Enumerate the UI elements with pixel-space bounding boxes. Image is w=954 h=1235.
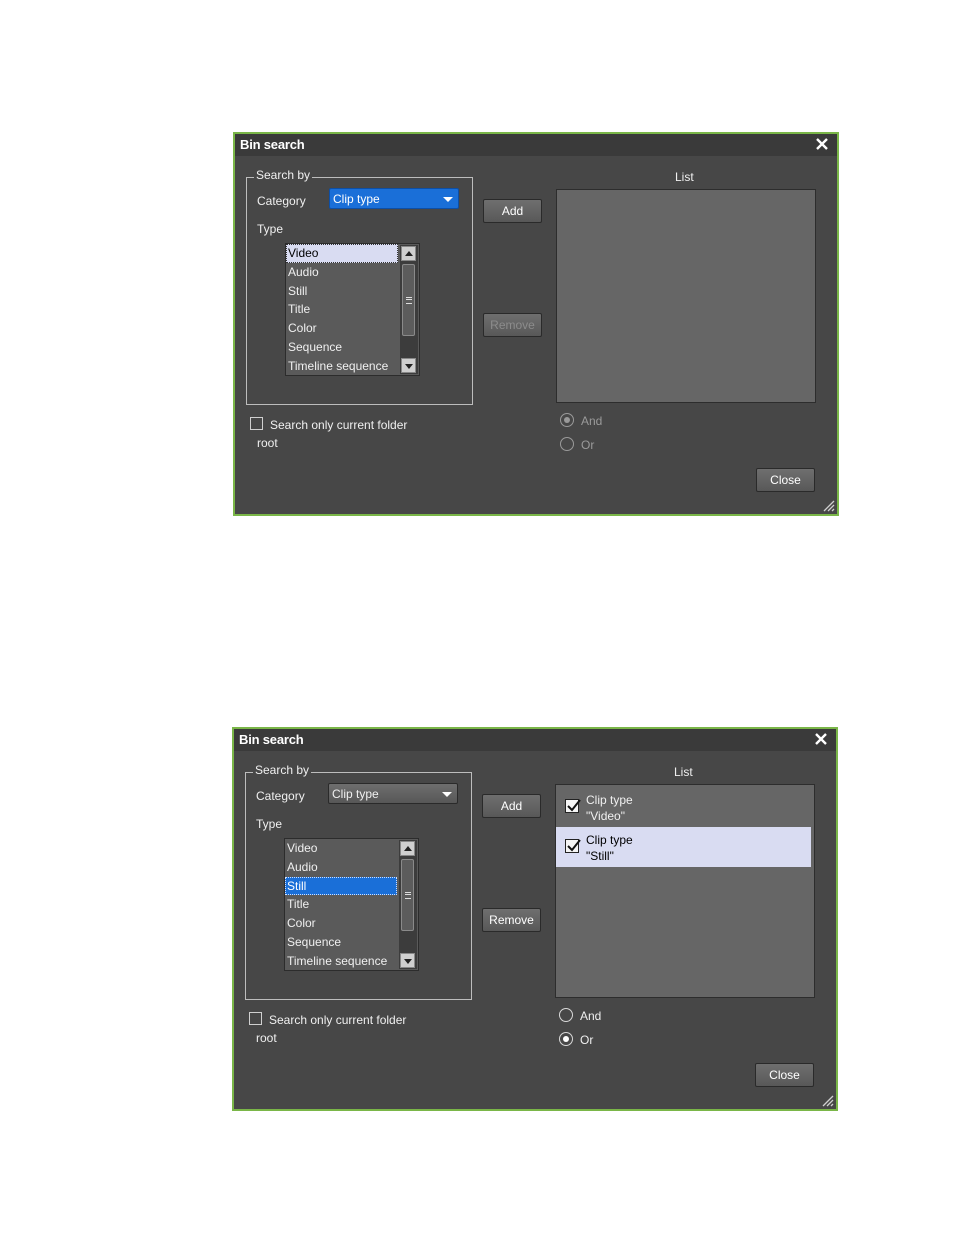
- criteria-list[interactable]: Clip type "Video" Clip type "Still": [555, 784, 815, 998]
- and-radio[interactable]: [560, 413, 574, 427]
- search-folder-label: Search only current folder: [269, 1013, 407, 1027]
- type-item-still[interactable]: Still: [286, 282, 398, 301]
- criteria-field: Clip type: [586, 793, 633, 807]
- type-item-timeline-sequence[interactable]: Timeline sequence: [285, 952, 397, 970]
- type-listbox[interactable]: Video Audio Still Title Color Sequence T…: [285, 243, 420, 376]
- search-by-label: Search by: [254, 168, 313, 182]
- and-radio[interactable]: [559, 1008, 573, 1022]
- type-item-sequence[interactable]: Sequence: [285, 933, 397, 952]
- or-label: Or: [581, 438, 595, 452]
- close-icon[interactable]: [812, 730, 830, 748]
- search-folder-checkbox[interactable]: [250, 417, 263, 430]
- title-bar[interactable]: Bin search: [234, 729, 836, 751]
- criteria-field: Clip type: [586, 833, 633, 847]
- remove-button[interactable]: Remove: [482, 908, 541, 932]
- checkbox-checked-icon[interactable]: [565, 839, 581, 853]
- type-item-sequence[interactable]: Sequence: [286, 338, 398, 357]
- list-label: List: [675, 170, 694, 184]
- and-label: And: [581, 414, 603, 428]
- search-folder-label: Search only current folder: [270, 418, 408, 432]
- resize-grip-icon[interactable]: [821, 498, 835, 512]
- close-button[interactable]: Close: [755, 1063, 814, 1087]
- or-radio[interactable]: [560, 437, 574, 451]
- type-item-title[interactable]: Title: [285, 895, 397, 914]
- remove-button[interactable]: Remove: [483, 313, 542, 337]
- scroll-thumb[interactable]: [402, 264, 415, 336]
- type-item-video[interactable]: Video: [286, 244, 398, 263]
- close-button[interactable]: Close: [756, 468, 815, 492]
- category-value: Clip type: [332, 787, 379, 801]
- criteria-value: "Video": [586, 809, 625, 823]
- type-scrollbar[interactable]: [399, 840, 417, 969]
- category-dropdown[interactable]: Clip type: [328, 783, 458, 804]
- chevron-down-icon: [443, 197, 453, 202]
- type-item-audio[interactable]: Audio: [286, 263, 398, 282]
- or-label: Or: [580, 1033, 594, 1047]
- close-icon[interactable]: [813, 135, 831, 153]
- search-folder-checkbox[interactable]: [249, 1012, 262, 1025]
- type-label: Type: [256, 817, 283, 831]
- category-dropdown[interactable]: Clip type: [329, 188, 459, 209]
- checkbox-checked-icon[interactable]: [565, 799, 581, 813]
- category-label: Category: [257, 194, 306, 208]
- criteria-list[interactable]: [556, 189, 816, 403]
- bin-search-dialog-2: Bin search Search by Category Clip type …: [232, 727, 838, 1111]
- list-label: List: [674, 765, 693, 779]
- type-item-timeline-sequence[interactable]: Timeline sequence: [286, 357, 398, 375]
- criteria-value: "Still": [586, 849, 614, 863]
- and-label: And: [580, 1009, 602, 1023]
- folder-value: root: [256, 1031, 277, 1045]
- type-listbox[interactable]: Video Audio Still Title Color Sequence T…: [284, 838, 419, 971]
- type-item-title[interactable]: Title: [286, 300, 398, 319]
- resize-grip-icon[interactable]: [820, 1093, 834, 1107]
- or-radio[interactable]: [559, 1032, 573, 1046]
- bin-search-dialog-1: Bin search Search by Category Clip type …: [233, 132, 839, 516]
- dialog-title: Bin search: [239, 732, 304, 747]
- type-item-still[interactable]: Still: [285, 876, 397, 896]
- scroll-up-icon[interactable]: [400, 841, 415, 856]
- search-by-label: Search by: [253, 763, 312, 777]
- type-item-color[interactable]: Color: [286, 319, 398, 338]
- category-label: Category: [256, 789, 305, 803]
- criteria-item[interactable]: Clip type "Video": [556, 787, 811, 827]
- type-scrollbar[interactable]: [400, 245, 418, 374]
- type-item-audio[interactable]: Audio: [285, 858, 397, 877]
- title-bar[interactable]: Bin search: [235, 134, 837, 156]
- type-item-color[interactable]: Color: [285, 914, 397, 933]
- chevron-down-icon: [442, 792, 452, 797]
- category-value: Clip type: [333, 192, 380, 206]
- scroll-up-icon[interactable]: [401, 246, 416, 261]
- add-button[interactable]: Add: [482, 794, 541, 818]
- scroll-down-icon[interactable]: [400, 953, 415, 968]
- type-item-video[interactable]: Video: [285, 839, 397, 858]
- scroll-thumb[interactable]: [401, 859, 414, 931]
- folder-value: root: [257, 436, 278, 450]
- scroll-down-icon[interactable]: [401, 358, 416, 373]
- type-label: Type: [257, 222, 284, 236]
- add-button[interactable]: Add: [483, 199, 542, 223]
- criteria-item[interactable]: Clip type "Still": [556, 827, 811, 867]
- dialog-title: Bin search: [240, 137, 305, 152]
